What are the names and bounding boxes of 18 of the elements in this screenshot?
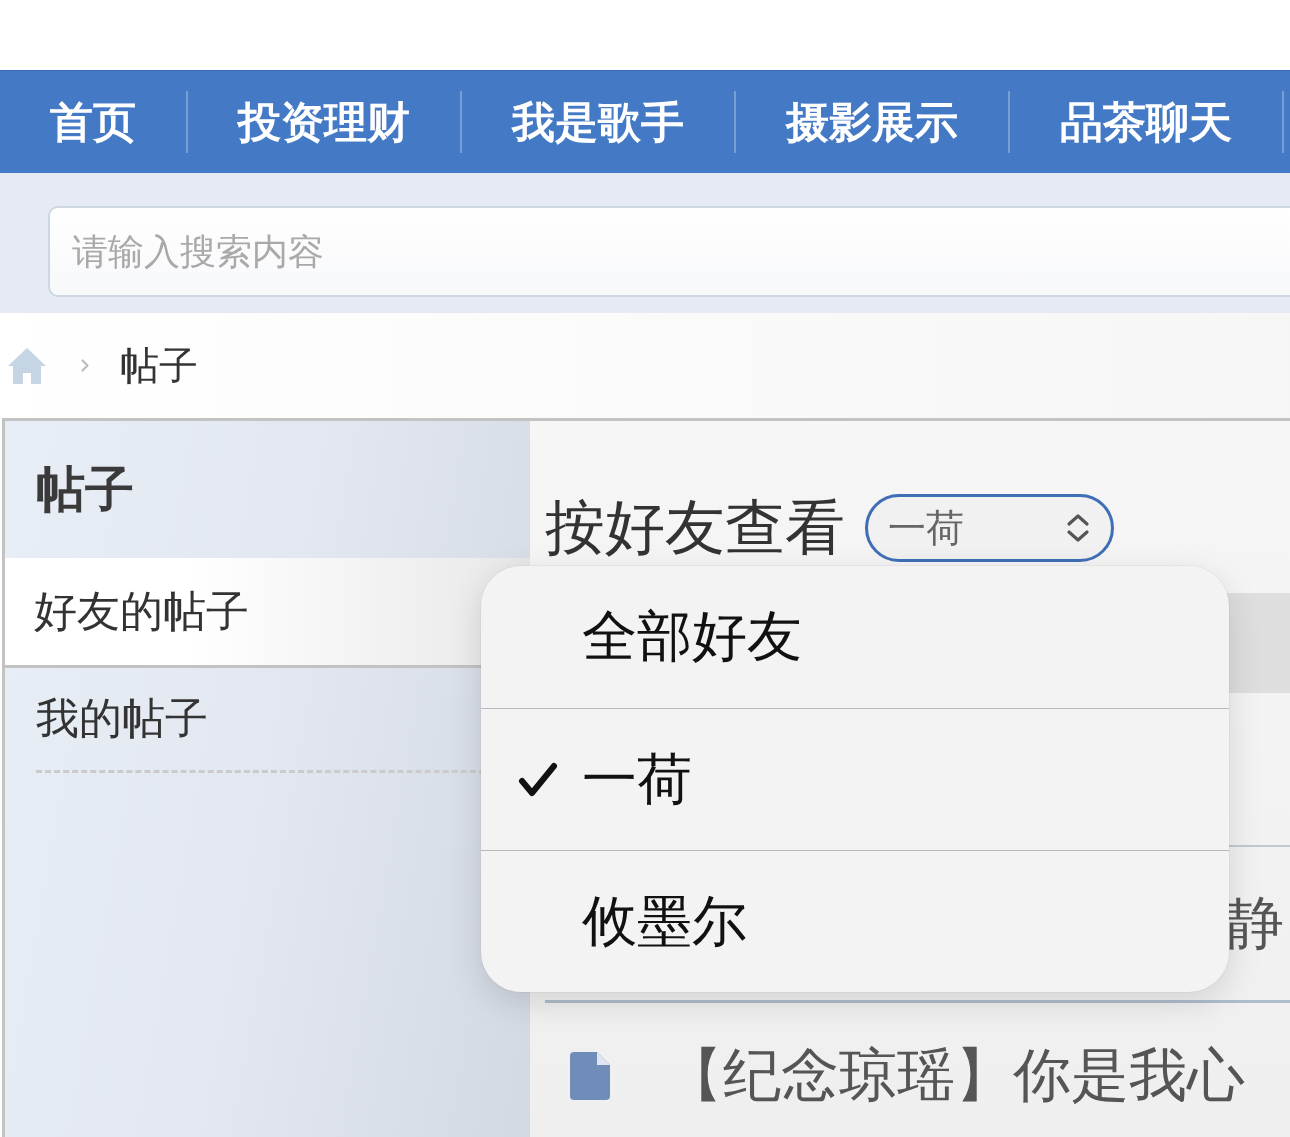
nav-link[interactable]: 首页: [0, 91, 186, 153]
post-title[interactable]: 【纪念琼瑶】你是我心: [665, 1036, 1245, 1115]
menu-option[interactable]: 攸墨尔: [481, 850, 1229, 992]
sidebar-item[interactable]: 好友的帖子: [5, 558, 530, 668]
sidebar-title: 帖子: [35, 459, 135, 520]
breadcrumb-current: 帖子: [120, 341, 198, 390]
filter-label: 按好友查看: [545, 490, 845, 564]
home-icon[interactable]: [7, 346, 47, 385]
search-field[interactable]: 请输入搜索内容: [48, 206, 1290, 297]
chevron-right-icon: [81, 359, 89, 372]
nav-link[interactable]: 摄影展示: [734, 91, 1008, 153]
menu-option[interactable]: 一荷: [481, 708, 1229, 850]
up-down-chevron-icon: [1065, 512, 1091, 544]
nav-link[interactable]: 投资理财: [186, 91, 460, 153]
nav-link[interactable]: 品茶聊天: [1008, 91, 1282, 153]
nav-link[interactable]: 我是歌手: [460, 91, 734, 153]
friend-select[interactable]: 一荷: [865, 494, 1114, 562]
document-icon: [570, 1051, 610, 1100]
